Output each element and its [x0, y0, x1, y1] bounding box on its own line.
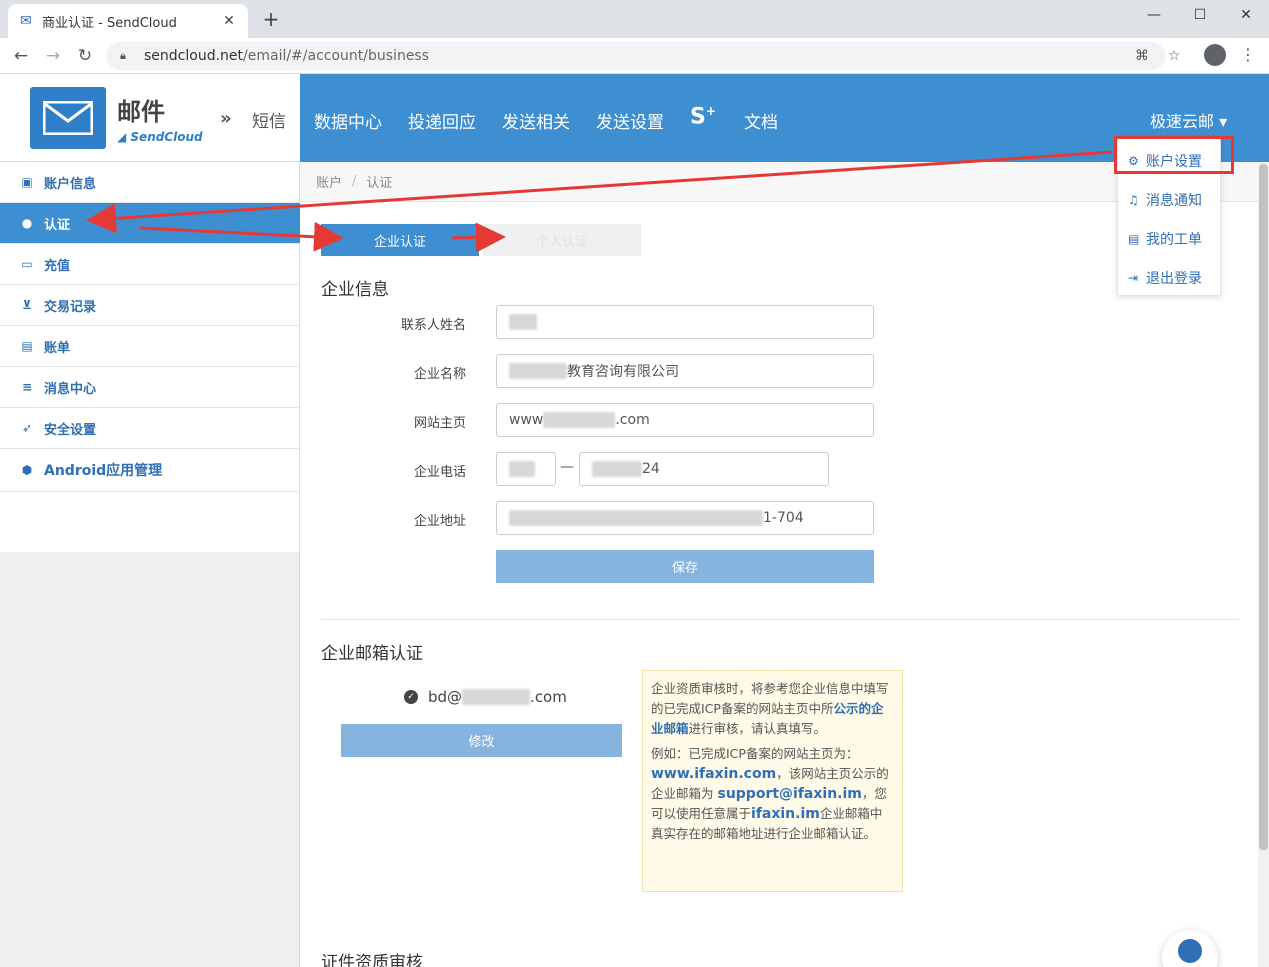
verified-icon: ●	[21, 216, 33, 230]
redacted-text	[592, 461, 642, 477]
breadcrumb-account[interactable]: 账户	[316, 172, 342, 191]
redacted-text	[509, 314, 537, 330]
address-field[interactable]: 1-704	[496, 501, 874, 535]
redacted-text	[462, 689, 531, 705]
main-content: 账户 / 认证 企业认证 个人认证 企业信息 联系人姓名 企业名称 教育咨询有限…	[300, 162, 1258, 967]
sidebar-item-messages[interactable]: ≡ 消息中心	[0, 367, 300, 408]
bill-icon: ▤	[21, 339, 33, 353]
page-scrollbar[interactable]	[1258, 162, 1269, 967]
phone-number-field[interactable]: 24	[579, 452, 829, 486]
s-plus-link[interactable]: S+	[690, 104, 716, 129]
new-tab-icon[interactable]: +	[258, 6, 284, 32]
browser-menu-icon[interactable]: ⋮	[1240, 44, 1256, 66]
rocket-icon: ➶	[21, 421, 33, 435]
nav-data-center[interactable]: 数据中心	[314, 108, 382, 133]
sidebar-item-android[interactable]: ⬢ Android应用管理	[0, 449, 300, 492]
redacted-text	[509, 461, 535, 477]
bell-icon: ♫	[1128, 193, 1139, 207]
contact-name-field[interactable]	[496, 305, 874, 339]
close-window-icon[interactable]: ✕	[1223, 0, 1269, 30]
verified-email: ✓ bd@ .com	[404, 688, 567, 706]
phone-label: 企业电话	[413, 465, 466, 480]
check-circle-icon: ✓	[404, 690, 418, 704]
forward-icon[interactable]: →	[40, 43, 66, 69]
address-label: 企业地址	[413, 514, 466, 529]
nav-docs[interactable]: 文档	[744, 108, 778, 133]
breadcrumb-current: 认证	[366, 176, 393, 191]
sidebar-item-transactions[interactable]: ⊻ 交易记录	[0, 285, 300, 326]
save-button[interactable]: 保存	[496, 550, 874, 583]
back-icon[interactable]: ←	[8, 43, 34, 69]
divider	[321, 619, 1239, 620]
sendcloud-logo-icon: ◢	[117, 130, 131, 144]
email-verify-title: 企业邮箱认证	[321, 644, 423, 664]
user-menu[interactable]: 极速云邮 ▾	[1150, 108, 1227, 132]
email-verify-notice: 企业资质审核时，将参考您企业信息中填写的已完成ICP备案的网站主页中所公示的企业…	[642, 670, 903, 892]
browser-tab[interactable]: ✉ 商业认证 - SendCloud ✕	[8, 4, 248, 38]
sidebar-item-verification[interactable]: ● 认证	[0, 203, 300, 244]
website-field[interactable]: www .com	[496, 403, 874, 437]
ticket-icon: ▤	[1128, 232, 1140, 246]
address-bar: ← → ↻ 🔒︎ sendcloud.net/email/#/account/b…	[0, 38, 1269, 74]
tab-enterprise-verification[interactable]: 企业认证	[321, 224, 479, 256]
id-card-icon: ▣	[21, 175, 33, 189]
sidebar-item-bills[interactable]: ▤ 账单	[0, 326, 300, 367]
sendcloud-favicon-icon: ✉	[20, 13, 32, 29]
sidebar-empty-area	[0, 552, 300, 967]
android-icon: ⬢	[21, 463, 33, 477]
annotation-highlight-box	[1114, 136, 1234, 174]
phone-area-code-field[interactable]	[496, 452, 556, 486]
tab-close-icon[interactable]: ✕	[220, 13, 238, 29]
dropdown-notifications[interactable]: ♫ 消息通知	[1128, 190, 1202, 210]
logout-icon: ⇥	[1128, 271, 1139, 285]
dropdown-tickets[interactable]: ▤ 我的工单	[1128, 229, 1202, 249]
sidebar-item-account-info[interactable]: ▣ 账户信息	[0, 162, 300, 203]
tab-title: 商业认证 - SendCloud	[42, 15, 177, 31]
credit-card-icon: ▭	[21, 257, 33, 271]
url-field[interactable]: 🔒︎ sendcloud.net/email/#/account/busines…	[106, 42, 1166, 70]
cert-title: 证件资质审核	[321, 953, 423, 967]
logo-area: 邮件 ◢ SendCloud » 短信	[0, 74, 300, 162]
company-name-field[interactable]: 教育咨询有限公司	[496, 354, 874, 388]
dropdown-logout[interactable]: ⇥ 退出登录	[1128, 268, 1202, 288]
phone-dash: —	[560, 459, 574, 475]
nav-sending-settings[interactable]: 发送设置	[596, 108, 664, 133]
url-host: sendcloud.net	[144, 48, 244, 64]
company-info-title: 企业信息	[321, 280, 389, 300]
redacted-text	[543, 412, 616, 428]
sidebar-item-recharge[interactable]: ▭ 充值	[0, 244, 300, 285]
nav-delivery-response[interactable]: 投递回应	[408, 108, 476, 133]
sidebar: ▣ 账户信息 ● 认证 ▭ 充值 ⊻ 交易记录 ▤ 账单 ≡ 消息中心 ➶ 安全设置 ⬢ And…	[0, 162, 300, 552]
double-chevron-icon: »	[220, 108, 232, 129]
scrollbar-thumb[interactable]	[1259, 164, 1268, 850]
edit-email-button[interactable]: 修改	[341, 724, 622, 757]
minimize-icon[interactable]: —	[1131, 0, 1177, 30]
tab-personal-verification[interactable]: 个人认证	[483, 224, 641, 256]
nav-sending-related[interactable]: 发送相关	[502, 108, 570, 133]
translate-icon[interactable]: ⌘	[1130, 44, 1154, 68]
sidebar-item-security[interactable]: ➶ 安全设置	[0, 408, 300, 449]
redacted-text	[509, 510, 763, 526]
sms-link[interactable]: 短信	[252, 107, 286, 132]
website-label: 网站主页	[413, 416, 466, 431]
mail-logo-icon[interactable]	[30, 87, 106, 149]
redacted-text	[509, 363, 567, 379]
bookmark-star-icon[interactable]: ☆	[1162, 44, 1186, 68]
reload-icon[interactable]: ↻	[72, 43, 98, 69]
lock-icon: 🔒︎	[120, 49, 126, 62]
contact-label: 联系人姓名	[400, 318, 466, 333]
maximize-icon[interactable]: ☐	[1177, 0, 1223, 30]
cart-icon: ⊻	[22, 298, 32, 312]
list-icon: ≡	[21, 380, 33, 394]
browser-titlebar: ✉ 商业认证 - SendCloud ✕ + — ☐ ✕	[0, 0, 1269, 38]
brand-title: 邮件	[117, 98, 165, 126]
profile-avatar-icon[interactable]	[1204, 44, 1226, 66]
brand-subtitle: ◢ SendCloud	[117, 130, 203, 144]
url-path: /email/#/account/business	[243, 48, 430, 64]
company-name-label: 企业名称	[413, 367, 466, 382]
caret-down-icon: ▾	[1214, 112, 1228, 131]
